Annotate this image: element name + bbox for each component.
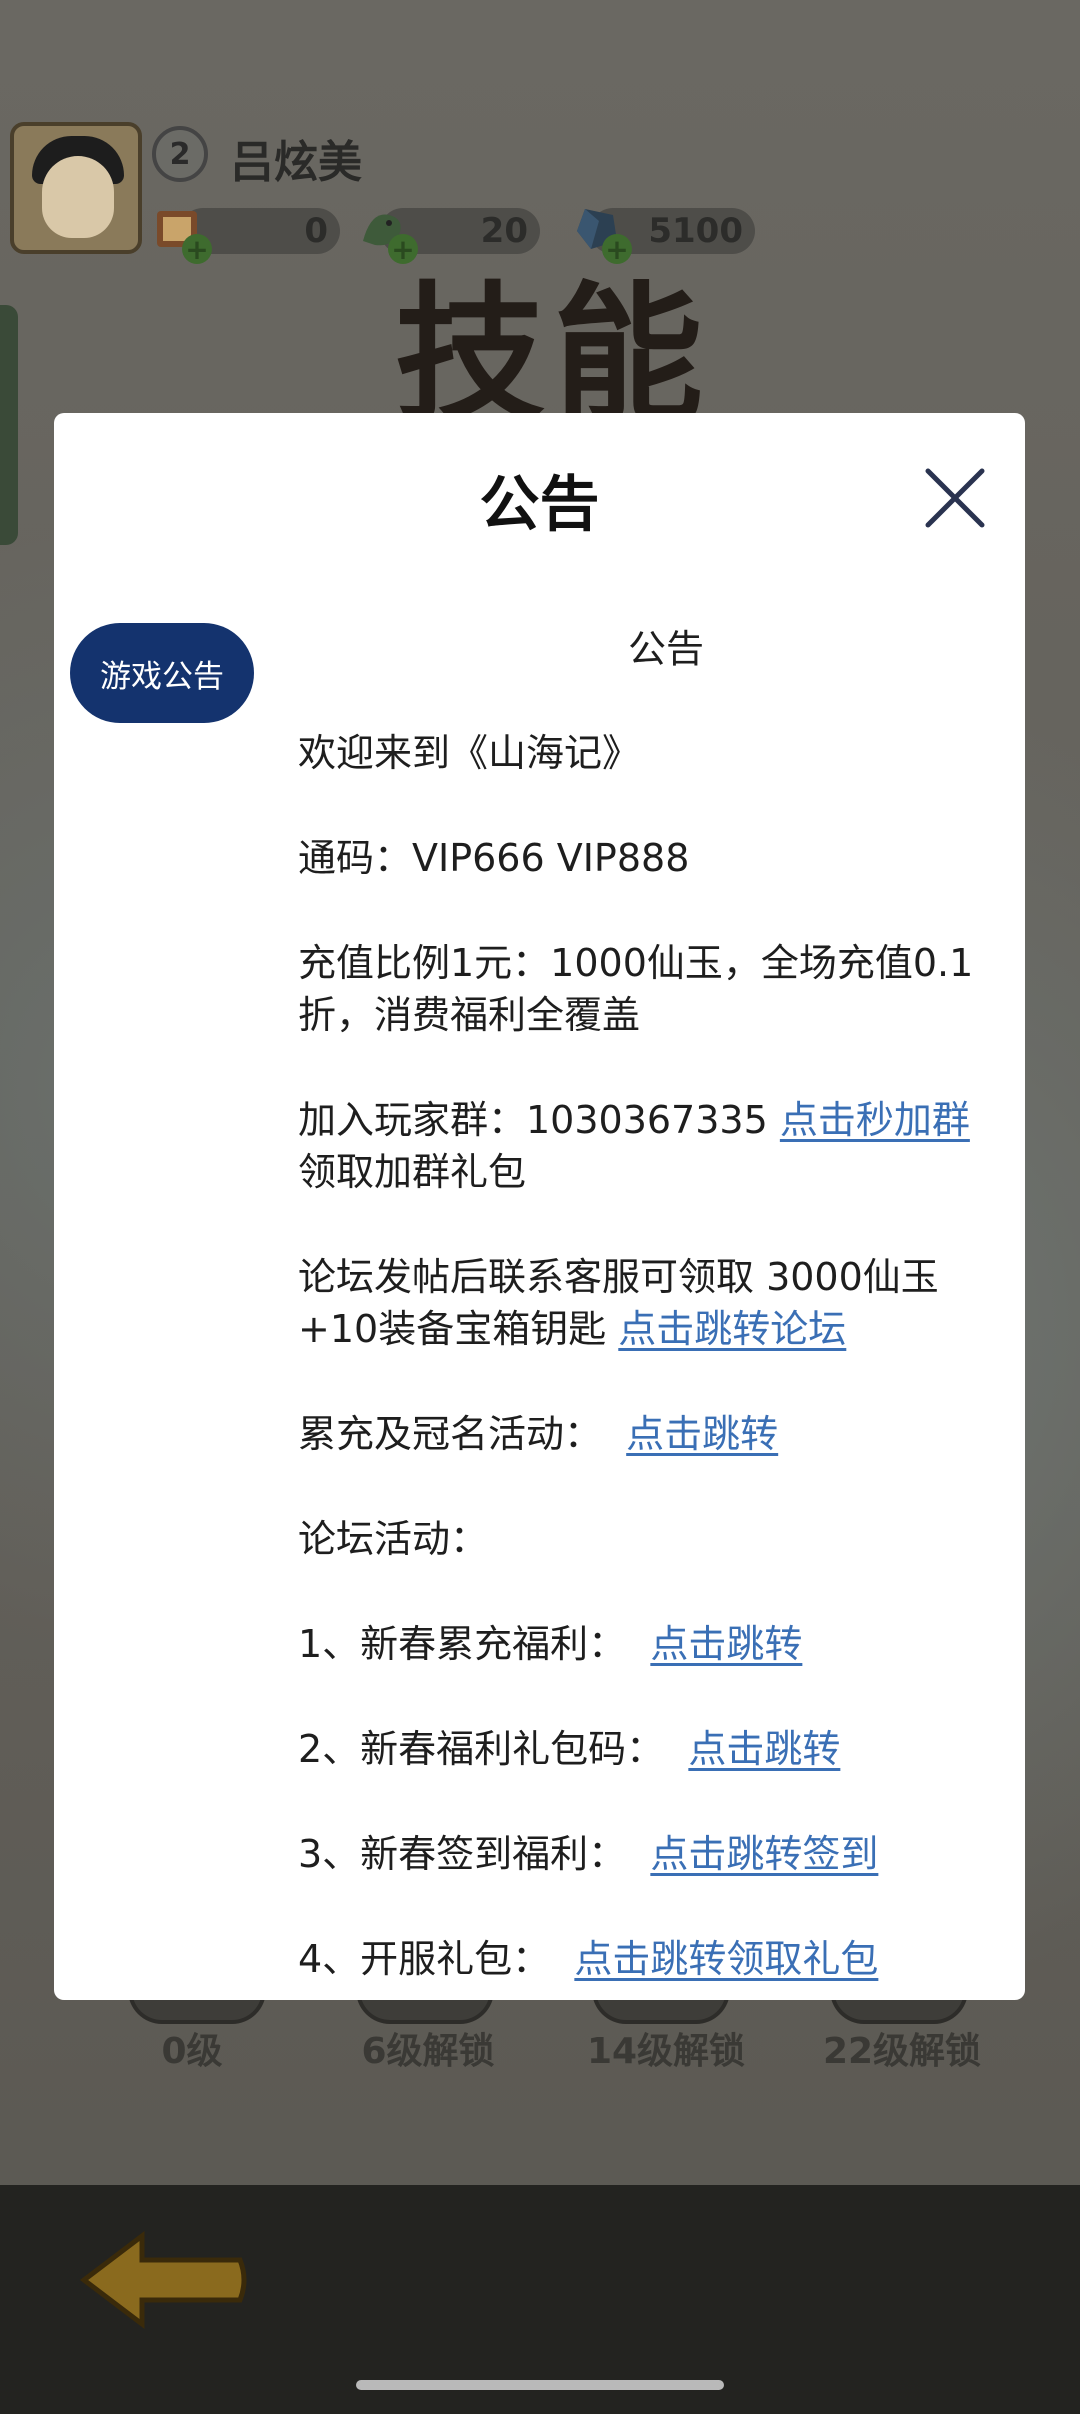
announcement-heading: 公告 <box>627 627 704 671</box>
announcement-content[interactable]: 公告 欢迎来到《山海记》 通码：VIP666 VIP888 充值比例1元：100… <box>298 623 998 2000</box>
recharge-event-prefix: 累充及冠名活动： <box>298 1412 627 1456</box>
skill-slot-label: 22级解锁 <box>822 2031 982 2072</box>
group-prefix: 加入玩家群：1030367335 <box>298 1098 780 1142</box>
join-group-link[interactable]: 点击秒加群 <box>780 1098 970 1142</box>
skill-title: 技能 <box>395 267 712 443</box>
event-prefix: 4、开服礼包： <box>298 1937 575 1981</box>
modal-title: 公告 <box>479 470 600 540</box>
resource-value: 20 <box>480 211 528 251</box>
skill-slot-label: 14级解锁 <box>586 2031 746 2072</box>
forum-reward-text: 论坛发帖后联系客服可领取 3000仙玉+10装备宝箱钥匙 点击跳转论坛 <box>298 1251 998 1355</box>
recharge-ratio-text: 充值比例1元：1000仙玉，全场充值0.1折，消费福利全覆盖 <box>298 941 974 1037</box>
crystal-icon: + <box>566 198 632 266</box>
event-item: 1、新春累充福利： 点击跳转 <box>298 1618 998 1670</box>
recharge-event-link[interactable]: 点击跳转 <box>626 1412 778 1456</box>
resource-value: 5100 <box>648 211 743 251</box>
resource-value: 0 <box>304 211 328 251</box>
close-button[interactable] <box>920 463 990 533</box>
event-prefix: 1、新春累充福利： <box>298 1622 651 1666</box>
home-indicator[interactable] <box>356 2380 724 2390</box>
forum-link[interactable]: 点击跳转论坛 <box>618 1307 846 1351</box>
player-level-badge: 2 <box>152 126 208 182</box>
side-drawer-handle <box>0 305 18 545</box>
event-link[interactable]: 点击跳转签到 <box>650 1832 878 1876</box>
player-group-text: 加入玩家群：1030367335 点击秒加群 领取加群礼包 <box>298 1094 998 1198</box>
forum-events-label: 论坛活动： <box>298 1517 489 1561</box>
close-icon <box>925 468 985 528</box>
event-prefix: 3、新春签到福利： <box>298 1832 651 1876</box>
welcome-text: 欢迎来到《山海记》 <box>298 731 641 775</box>
event-item: 2、新春福利礼包码： 点击跳转 <box>298 1723 998 1775</box>
event-link[interactable]: 点击跳转 <box>650 1622 802 1666</box>
player-name: 吕炫美 <box>230 137 362 188</box>
event-item: 4、开服礼包： 点击跳转领取礼包 <box>298 1933 998 1985</box>
event-link[interactable]: 点击跳转 <box>688 1727 840 1771</box>
event-prefix: 2、新春福利礼包码： <box>298 1727 689 1771</box>
scroll-chest-icon: + <box>146 198 212 266</box>
event-link[interactable]: 点击跳转领取礼包 <box>574 1937 878 1981</box>
announcement-modal: 公告 游戏公告 公告 欢迎来到《山海记》 通码：VIP666 VIP888 充值… <box>54 413 1025 2000</box>
skill-slot-label: 0级 <box>161 2031 223 2072</box>
group-suffix: 领取加群礼包 <box>298 1150 527 1194</box>
back-arrow-icon[interactable] <box>79 2230 250 2330</box>
skill-slot-label: 6级解锁 <box>361 2031 495 2072</box>
player-avatar <box>10 122 142 254</box>
recharge-event-text: 累充及冠名活动： 点击跳转 <box>298 1408 998 1460</box>
code-text: 通码：VIP666 VIP888 <box>298 836 690 880</box>
event-item: 3、新春签到福利： 点击跳转签到 <box>298 1828 998 1880</box>
dragon-icon: + <box>352 198 418 266</box>
tab-game-announcement[interactable]: 游戏公告 <box>70 623 254 723</box>
